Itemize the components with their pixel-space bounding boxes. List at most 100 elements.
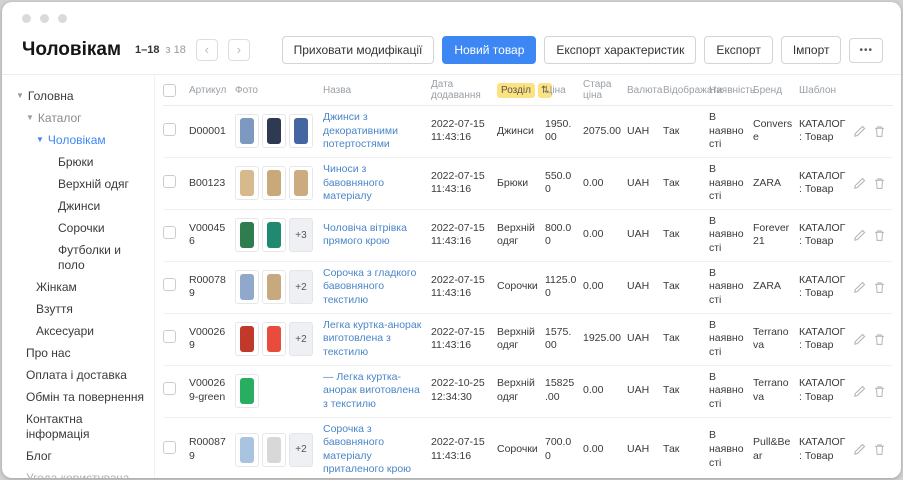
edit-icon[interactable] [853, 281, 866, 294]
new-product-button[interactable]: Новий товар [442, 36, 536, 64]
template-cell: КАТАЛОГ: Товар [799, 113, 853, 150]
date-cell: 2022-07-1511:43:16 [431, 431, 497, 468]
edit-icon[interactable] [853, 125, 866, 138]
export-characteristics-button[interactable]: Експорт характеристик [544, 36, 696, 64]
more-photos-badge[interactable]: +2 [289, 322, 313, 356]
product-photo[interactable] [262, 218, 286, 252]
edit-icon[interactable] [853, 177, 866, 190]
sidebar-item-label: Взуття [36, 302, 73, 317]
product-photo[interactable] [235, 433, 259, 467]
sidebar-item[interactable]: Блог [16, 445, 148, 467]
sidebar-item[interactable]: ▼Головна [16, 85, 148, 107]
sidebar-item[interactable]: Аксесуари [16, 320, 148, 342]
more-photos-badge[interactable]: +3 [289, 218, 313, 252]
name-cell: Чоловіча вітрівка прямого крою [323, 217, 431, 254]
window-dot[interactable] [22, 14, 31, 23]
product-photo[interactable] [262, 270, 286, 304]
sidebar-item[interactable]: Про нас [16, 342, 148, 364]
chevron-down-icon: ▼ [16, 91, 24, 101]
product-photo[interactable] [262, 114, 286, 148]
delete-icon[interactable] [873, 333, 886, 346]
sidebar-item[interactable]: ▼Каталог [16, 107, 148, 129]
delete-icon[interactable] [873, 125, 886, 138]
sidebar-item-label: Оплата і доставка [26, 368, 127, 383]
header-actions: Приховати модифікації Новий товар Експор… [282, 36, 883, 64]
edit-icon[interactable] [853, 443, 866, 456]
product-photo[interactable] [262, 322, 286, 356]
import-button[interactable]: Імпорт [781, 36, 842, 64]
product-photo[interactable] [289, 114, 313, 148]
product-photo[interactable] [235, 374, 259, 408]
section-cell: Верхній одяг [497, 217, 545, 254]
delete-icon[interactable] [873, 281, 886, 294]
sidebar-item[interactable]: Джинси [16, 195, 148, 217]
product-name-link[interactable]: Сорочка з гладкого бавовняного текстилю [323, 267, 416, 306]
product-photo[interactable] [262, 433, 286, 467]
row-checkbox[interactable] [163, 278, 176, 291]
edit-icon[interactable] [853, 333, 866, 346]
brand-cell: ZARA [753, 275, 799, 299]
more-actions-button[interactable]: ••• [849, 38, 883, 63]
product-photo[interactable] [235, 270, 259, 304]
article-cell: D00001 [189, 120, 235, 144]
product-name-link[interactable]: Легка куртка-анорак виготовлена з тексти… [323, 319, 421, 358]
display-cell: Так [663, 120, 709, 144]
product-name-link[interactable]: — Легка куртка-анорак виготовлена з текс… [323, 371, 420, 410]
section-cell: Джинси [497, 120, 545, 144]
sidebar-item[interactable]: Жінкам [16, 276, 148, 298]
product-photo[interactable] [235, 114, 259, 148]
row-checkbox[interactable] [163, 123, 176, 136]
row-checkbox[interactable] [163, 382, 176, 395]
delete-icon[interactable] [873, 177, 886, 190]
product-photo[interactable] [235, 322, 259, 356]
photo-cell: +3 [235, 213, 323, 257]
row-checkbox[interactable] [163, 330, 176, 343]
product-photo[interactable] [262, 166, 286, 200]
article-cell: B00123 [189, 172, 235, 196]
sidebar-item[interactable]: Оплата і доставка [16, 364, 148, 386]
more-photos-badge[interactable]: +2 [289, 433, 313, 467]
currency-cell: UAH [627, 120, 663, 144]
table-row: D00001 Джинси з декоративними потертостя… [163, 106, 893, 158]
edit-icon[interactable] [853, 385, 866, 398]
product-name-link[interactable]: Чиноси з бавовняного матеріалу [323, 163, 384, 202]
hide-modifications-button[interactable]: Приховати модифікації [282, 36, 435, 64]
delete-icon[interactable] [873, 229, 886, 242]
export-button[interactable]: Експорт [704, 36, 772, 64]
checkbox-cell [163, 221, 189, 249]
row-checkbox[interactable] [163, 226, 176, 239]
template-cell: КАТАЛОГ: Товар [799, 431, 853, 468]
checkbox-cell [163, 436, 189, 464]
product-photo[interactable] [235, 166, 259, 200]
product-photo[interactable] [289, 166, 313, 200]
product-photo[interactable] [235, 218, 259, 252]
sidebar-item[interactable]: ▼Чоловікам [16, 129, 148, 151]
window-dot[interactable] [58, 14, 67, 23]
select-all-checkbox[interactable] [163, 84, 176, 97]
row-checkbox[interactable] [163, 441, 176, 454]
window-dot[interactable] [40, 14, 49, 23]
sidebar-item[interactable]: Верхній одяг [16, 173, 148, 195]
product-name-link[interactable]: Джинси з декоративними потертостями [323, 111, 398, 150]
delete-icon[interactable] [873, 385, 886, 398]
brand-cell: Terranova [753, 372, 799, 409]
more-photos-badge[interactable]: +2 [289, 270, 313, 304]
sidebar-item[interactable]: Угода користувача [16, 467, 148, 478]
sidebar-item[interactable]: Обмін та повернення [16, 386, 148, 408]
sidebar-item-label: Обмін та повернення [26, 390, 144, 405]
sidebar-item[interactable]: Футболки и поло [16, 239, 148, 276]
product-name-link[interactable]: Сорочка з бавовняного матеріалу притален… [323, 423, 411, 476]
template-cell: КАТАЛОГ: Товар [799, 321, 853, 358]
product-name-link[interactable]: Чоловіча вітрівка прямого крою [323, 222, 407, 248]
edit-icon[interactable] [853, 229, 866, 242]
row-checkbox[interactable] [163, 175, 176, 188]
next-page-button[interactable]: › [228, 39, 250, 61]
prev-page-button[interactable]: ‹ [196, 39, 218, 61]
sidebar-item[interactable]: Контактна інформація [16, 408, 148, 445]
sidebar-item[interactable]: Взуття [16, 298, 148, 320]
sidebar-item[interactable]: Сорочки [16, 217, 148, 239]
delete-icon[interactable] [873, 443, 886, 456]
column-header[interactable]: Розділ⇅ [497, 79, 545, 102]
sidebar-item[interactable]: Брюки [16, 151, 148, 173]
sidebar-item-label: Угода користувача [26, 471, 129, 479]
